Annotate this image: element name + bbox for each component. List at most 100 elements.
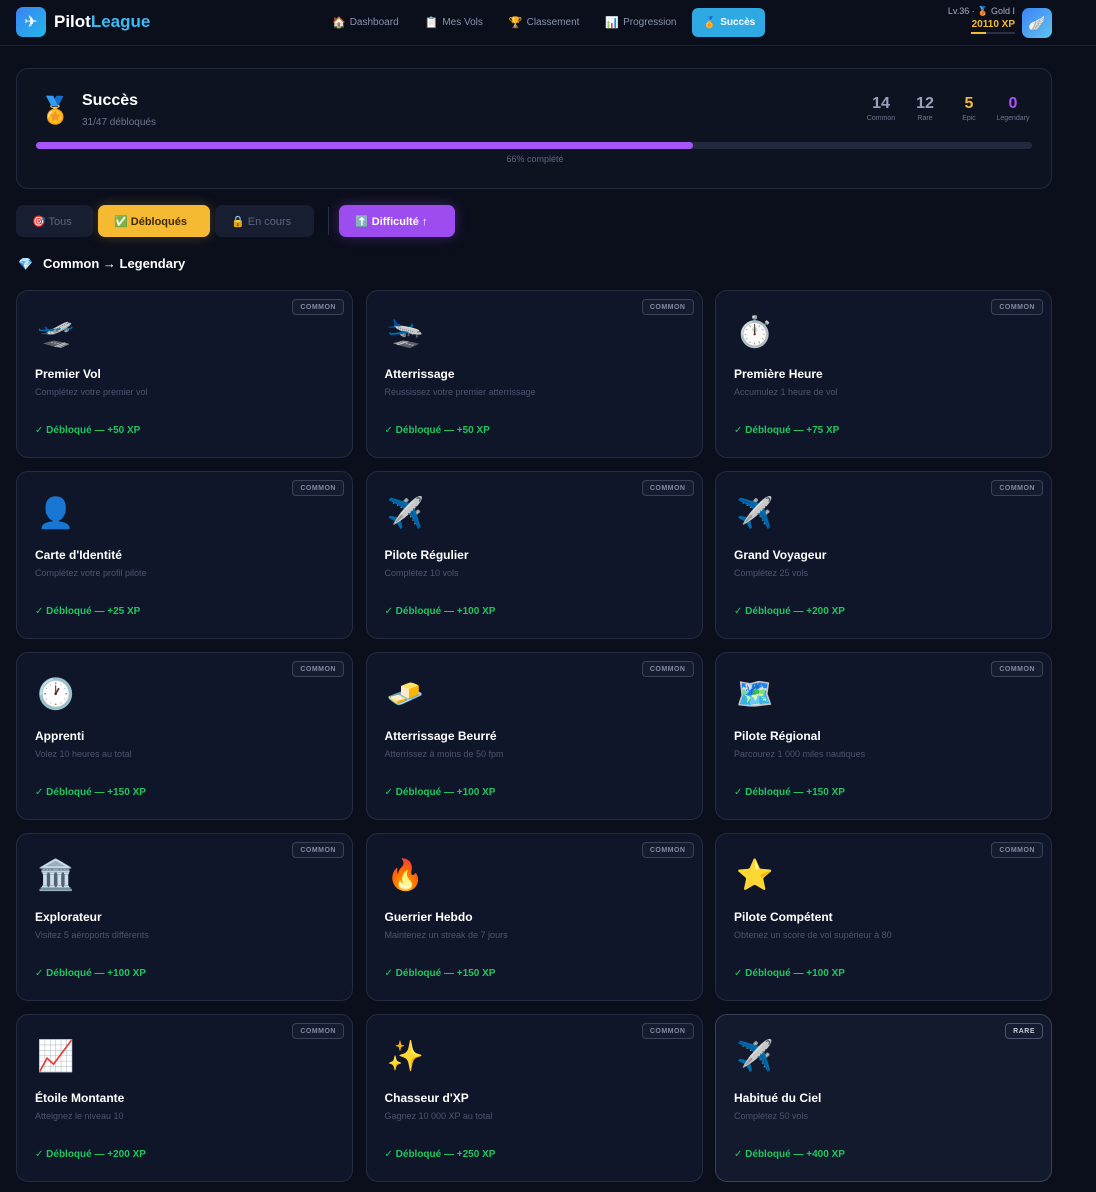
stat-label: Common <box>866 115 896 122</box>
rarity-badge: COMMON <box>292 661 344 677</box>
filter-all-button[interactable]: 🎯 Tous <box>16 205 93 237</box>
achievement-description: Gagnez 10 000 XP au total <box>384 1111 493 1121</box>
achievement-title: Apprenti <box>35 729 85 743</box>
achievement-card[interactable]: COMMON ✈️ Pilote Régulier Complétez 10 vols… <box>365 471 703 639</box>
stat-epic: 5 Epic <box>949 95 989 122</box>
rarity-badge: COMMON <box>641 1023 694 1039</box>
achievement-card[interactable]: COMMON 🛬 Atterrissage Réussissez votre prem… <box>365 290 703 458</box>
rarity-badge: COMMON <box>292 842 344 858</box>
achievement-card[interactable]: COMMON 🧈 Atterrissage Beurré Atterrissez à … <box>365 652 703 820</box>
user-xp-bar <box>971 32 1015 34</box>
rarity-stats: 14 Common 12 Rare 5 Epic 0 Legendary <box>861 95 1033 122</box>
avatar[interactable]: 🪽 <box>1022 8 1052 38</box>
achievement-status: ✓ Débloqué — +100 XP <box>384 787 496 798</box>
rarity-badge: COMMON <box>991 842 1043 858</box>
achievement-description: Complétez 25 vols <box>734 568 809 578</box>
section-title: Common → Legendary <box>42 256 186 271</box>
achievement-card[interactable]: COMMON 📈 Étoile Montante Atteignez le nivea… <box>16 1014 353 1182</box>
achievement-icon: 🛬 <box>386 316 424 349</box>
stat-common: 14 Common <box>861 95 901 122</box>
page-title: Succès <box>82 92 139 109</box>
achievement-icon: ⭐ <box>736 859 774 892</box>
section-heading: 💎 Common → Legendary <box>18 256 185 271</box>
achievement-card[interactable]: RARE ✈️ Habitué du Ciel Complétez 50 vols ✓ … <box>715 1014 1052 1182</box>
achievement-card[interactable]: COMMON 🕐 Apprenti Volez 10 heures au total ✓… <box>16 652 353 820</box>
nav-label: Mes Vols <box>442 17 483 28</box>
nav-label: Dashboard <box>349 17 399 28</box>
achievement-status: ✓ Débloqué — +50 XP <box>35 425 141 436</box>
nav-label: Succès <box>720 17 756 28</box>
nav-item-classement[interactable]: 🏆 Classement <box>499 8 590 37</box>
achievement-description: Visitez 5 aéroports différents <box>35 930 149 940</box>
achievement-title: Pilote Régulier <box>384 548 469 562</box>
rarity-badge: COMMON <box>292 480 344 496</box>
logo[interactable]: ✈ PilotLeague <box>16 7 150 37</box>
stat-rare: 12 Rare <box>905 95 945 122</box>
achievement-title: Étoile Montante <box>35 1091 125 1105</box>
nav-label: Progression <box>623 17 677 28</box>
achievement-card[interactable]: COMMON ✈️ Grand Voyageur Complétez 25 vols ✓… <box>715 471 1052 639</box>
achievement-title: Pilote Compétent <box>734 910 833 924</box>
achievement-card[interactable]: COMMON 👤 Carte d'Identité Complétez votre p… <box>16 471 353 639</box>
achievement-card[interactable]: COMMON 🏛️ Explorateur Visitez 5 aéroports d… <box>16 833 353 1001</box>
achievement-card[interactable]: COMMON ⏱️ Première Heure Accumulez 1 heure … <box>715 290 1052 458</box>
filter-in-progress-button[interactable]: 🔒 En cours <box>215 205 314 237</box>
app-name-part2: League <box>90 12 151 31</box>
achievement-icon: 🗺️ <box>736 678 774 711</box>
user-xp: 20110 XP <box>971 19 1015 30</box>
sort-difficulty-button[interactable]: ⬆️ Difficulté ↑ <box>339 205 455 237</box>
achievement-card[interactable]: COMMON 🗺️ Pilote Régional Parcourez 1 000 m… <box>715 652 1052 820</box>
rarity-badge: COMMON <box>641 299 694 315</box>
user-xp-bar-fill <box>971 32 987 34</box>
wing-icon: 🪽 <box>1028 14 1046 31</box>
achievement-icon: ⏱️ <box>736 316 774 349</box>
achievement-description: Complétez votre premier vol <box>35 387 148 397</box>
nav-icon: 🏆 <box>508 17 523 29</box>
stat-value: 0 <box>1008 95 1018 112</box>
achievement-card[interactable]: COMMON 🔥 Guerrier Hebdo Maintenez un streak… <box>365 833 703 1001</box>
achievement-description: Accumulez 1 heure de vol <box>734 387 838 397</box>
user-summary: Lv.36 · 🥉 Gold I 20110 XP <box>948 6 1015 34</box>
nav-item-dashboard[interactable]: 🏠 Dashboard <box>322 8 409 37</box>
achievement-icon: ✈️ <box>736 497 774 530</box>
filter-unlocked-button[interactable]: ✅ Débloqués <box>98 205 210 237</box>
rarity-badge: RARE <box>1005 1023 1043 1039</box>
nav-item-mes-vols[interactable]: 📋 Mes Vols <box>415 8 493 37</box>
medal-icon: 🏅 <box>39 95 72 125</box>
achievement-title: Atterrissage <box>384 367 455 381</box>
achievement-icon: 🕐 <box>37 678 75 711</box>
achievement-status: ✓ Débloqué — +250 XP <box>384 1149 496 1160</box>
filter-divider <box>328 207 329 235</box>
rarity-badge: COMMON <box>641 661 694 677</box>
nav-icon: 🏅 <box>702 17 717 29</box>
rarity-badge: COMMON <box>641 842 694 858</box>
achievement-icon: 🔥 <box>386 859 424 892</box>
completion-progress-fill <box>36 142 694 149</box>
stat-label: Rare <box>917 115 933 122</box>
achievement-title: Première Heure <box>734 367 823 381</box>
achievement-status: ✓ Débloqué — +400 XP <box>734 1149 845 1160</box>
main-nav: 🏠 Dashboard 📋 Mes Vols 🏆 Classement 📊 Progressi… <box>322 8 766 37</box>
achievement-icon: 🏛️ <box>37 859 75 892</box>
achievement-card[interactable]: COMMON 🛫 Premier Vol Complétez votre premie… <box>16 290 353 458</box>
app-name-part1: Pilot <box>54 12 91 31</box>
rarity-badge: COMMON <box>991 661 1043 677</box>
achievement-status: ✓ Débloqué — +150 XP <box>384 968 496 979</box>
completion-progress-bar <box>36 142 1032 149</box>
achievement-status: ✓ Débloqué — +100 XP <box>384 606 496 617</box>
achievement-icon: 🛫 <box>37 316 75 349</box>
achievement-icon: ✈️ <box>736 1040 774 1073</box>
nav-item-succès[interactable]: 🏅 Succès <box>692 8 766 37</box>
achievement-card[interactable]: COMMON ⭐ Pilote Compétent Obtenez un score … <box>715 833 1052 1001</box>
rarity-badge: COMMON <box>292 1023 344 1039</box>
achievement-icon: ✨ <box>386 1040 424 1073</box>
stat-legendary: 0 Legendary <box>993 95 1033 122</box>
app-name: PilotLeague <box>54 12 150 32</box>
gem-icon: 💎 <box>18 256 33 271</box>
achievement-description: Complétez votre profil pilote <box>35 568 147 578</box>
achievement-title: Chasseur d'XP <box>384 1091 469 1105</box>
nav-item-progression[interactable]: 📊 Progression <box>595 8 686 37</box>
stat-value: 12 <box>916 95 934 112</box>
nav-icon: 📋 <box>424 17 439 29</box>
achievement-card[interactable]: COMMON ✨ Chasseur d'XP Gagnez 10 000 XP au … <box>365 1014 703 1182</box>
